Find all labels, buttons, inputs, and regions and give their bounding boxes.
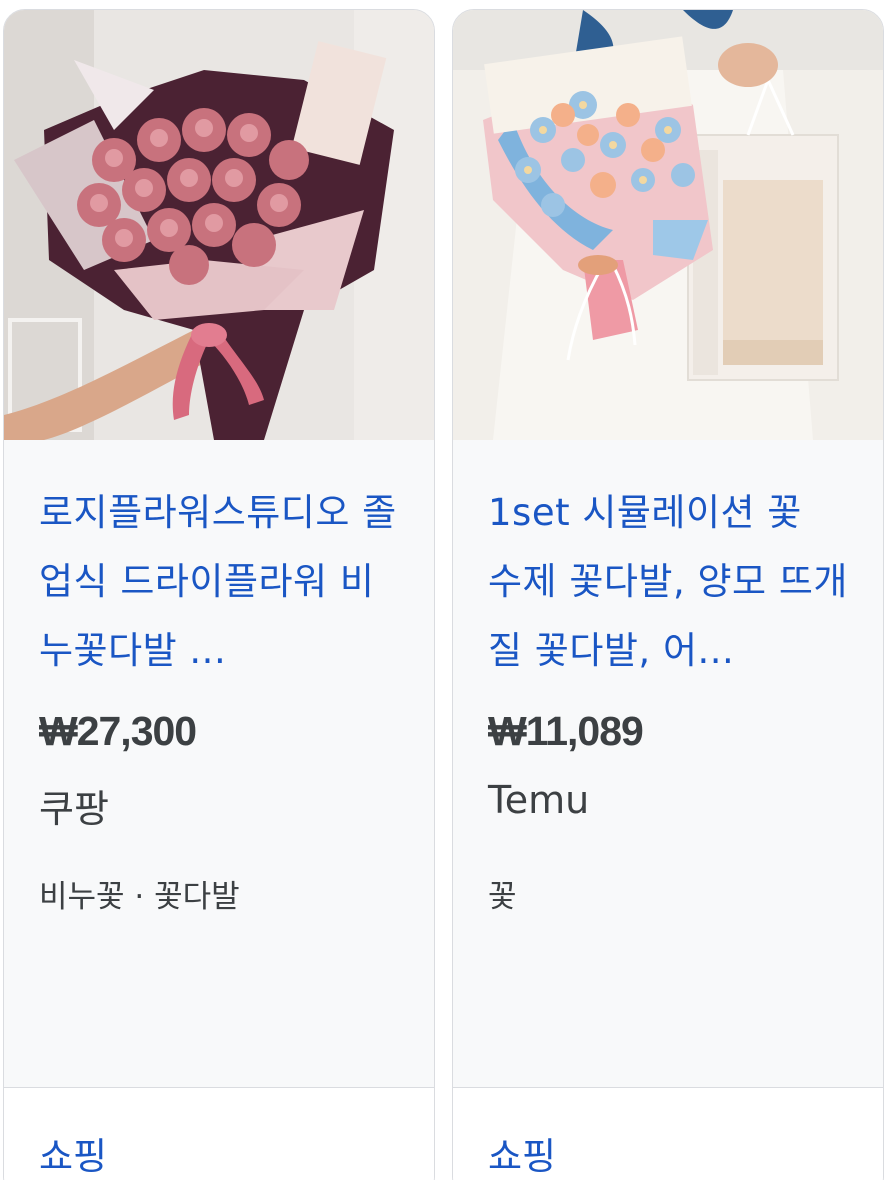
- card-footer[interactable]: 쇼핑: [4, 1087, 434, 1180]
- product-image[interactable]: [4, 10, 434, 440]
- rose-bouquet-photo: [4, 10, 434, 440]
- product-price: ₩27,300: [39, 708, 197, 754]
- product-tags: 비누꽃 · 꽃다발: [39, 879, 240, 915]
- seller-name: Temu: [488, 778, 590, 822]
- knitted-bouquet-photo: [453, 10, 883, 440]
- product-card[interactable]: 로지플라워스튜디오 졸업식 드라이플라워 비누꽃다발 ... ₩27,300 쿠…: [3, 9, 435, 1180]
- product-title-link[interactable]: 1set 시뮬레이션 꽃 수제 꽃다발, 양모 뜨개질 꽃다발, 어...: [488, 478, 848, 685]
- product-card[interactable]: 1set 시뮬레이션 꽃 수제 꽃다발, 양모 뜨개질 꽃다발, 어... ₩1…: [452, 9, 884, 1180]
- seller-name: 쿠팡: [39, 787, 109, 831]
- shopping-link[interactable]: 쇼핑: [39, 1126, 107, 1180]
- product-image[interactable]: [453, 10, 883, 440]
- product-price: ₩11,089: [488, 708, 644, 754]
- shopping-link[interactable]: 쇼핑: [488, 1126, 556, 1180]
- product-tags: 꽃: [488, 879, 517, 915]
- product-title-link[interactable]: 로지플라워스튜디오 졸업식 드라이플라워 비누꽃다발 ...: [39, 478, 399, 685]
- card-footer[interactable]: 쇼핑: [453, 1087, 883, 1180]
